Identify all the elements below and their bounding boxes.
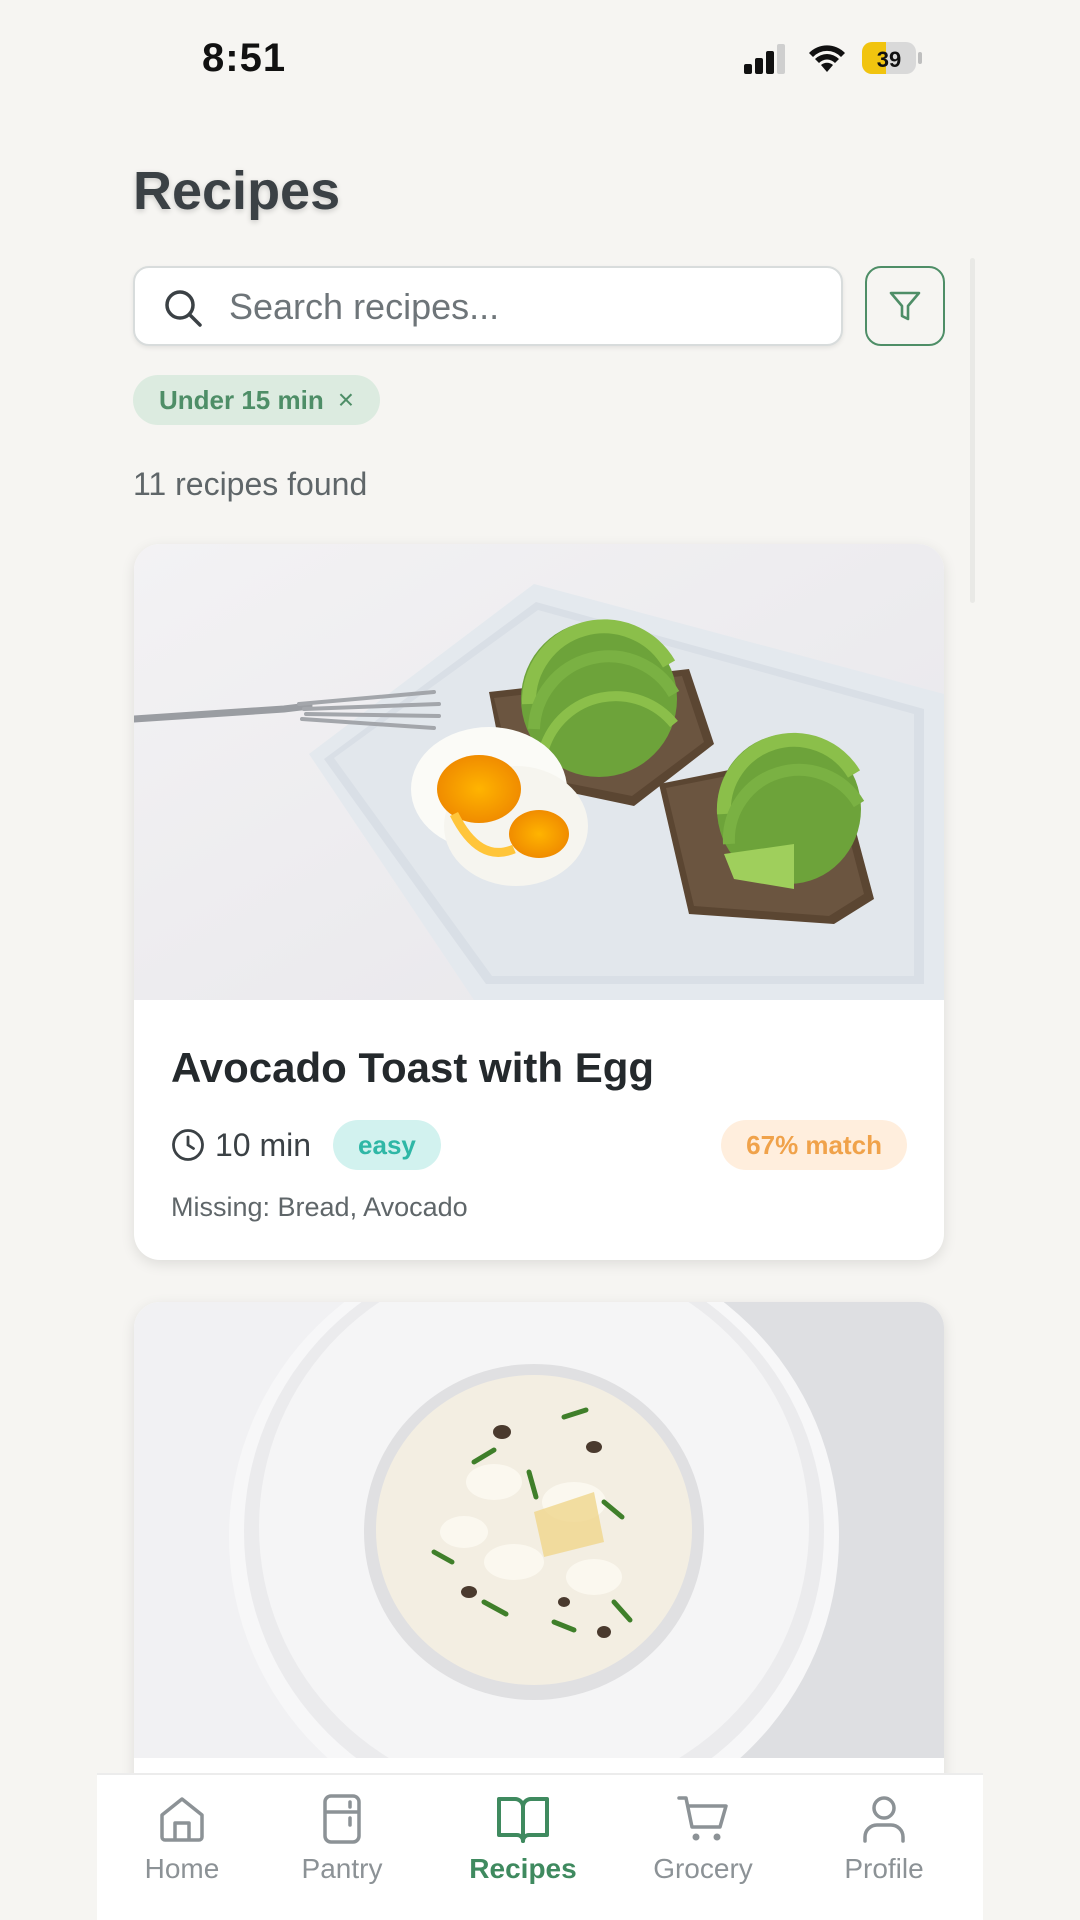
- page-title: Recipes: [133, 161, 341, 221]
- battery-tip: [918, 52, 922, 64]
- app-screen: 8:51 39 Recipes Under 15 min: [97, 0, 983, 1920]
- bottom-tab-bar: Home Pantry Recipes Grocery Profile: [97, 1773, 983, 1920]
- match-badge: 67% match: [721, 1120, 907, 1170]
- recipe-meta: 10 min easy: [171, 1120, 441, 1170]
- status-bar: 8:51 39: [97, 0, 983, 110]
- recipe-time: 10 min: [215, 1126, 312, 1163]
- tab-home[interactable]: Home: [97, 1793, 267, 1885]
- book-icon: [497, 1797, 549, 1843]
- tab-profile[interactable]: Profile: [799, 1793, 969, 1885]
- status-time: 8:51: [202, 36, 287, 80]
- tab-home-label: Home: [144, 1853, 220, 1884]
- missing-ingredients: Missing: Bread, Avocado: [171, 1192, 468, 1222]
- recipe-title: Avocado Toast with Egg: [171, 1044, 655, 1091]
- battery-icon: 39: [862, 42, 916, 74]
- user-icon: [863, 1796, 905, 1843]
- tab-pantry[interactable]: Pantry: [257, 1793, 427, 1885]
- tab-profile-label: Profile: [844, 1853, 924, 1884]
- recipe-card[interactable]: Avocado Toast with Egg 10 min easy 67% m…: [134, 544, 944, 1260]
- filter-icon: [889, 291, 921, 321]
- filter-chip-label: Under 15 min: [159, 384, 324, 415]
- signal-icon: [744, 44, 785, 74]
- tab-recipes-label: Recipes: [469, 1853, 577, 1884]
- risotto-photo: [134, 1302, 944, 1758]
- tab-pantry-label: Pantry: [301, 1853, 383, 1884]
- scrollbar[interactable]: [970, 258, 975, 603]
- search-bar[interactable]: [133, 266, 843, 346]
- remove-filter-icon[interactable]: ×: [338, 384, 354, 416]
- search-icon: [165, 290, 202, 327]
- home-icon: [160, 1797, 204, 1842]
- tab-grocery-label: Grocery: [653, 1853, 753, 1884]
- tab-recipes[interactable]: Recipes: [438, 1793, 608, 1885]
- battery-level: 39: [876, 47, 902, 72]
- avocado-toast-photo: [134, 544, 944, 1000]
- tab-grocery[interactable]: Grocery: [618, 1793, 788, 1885]
- search-input[interactable]: [227, 280, 811, 334]
- filter-button[interactable]: [865, 266, 945, 346]
- results-count: 11 recipes found: [133, 466, 368, 502]
- clock-icon: [172, 1129, 204, 1161]
- active-filter-chip[interactable]: Under 15 min ×: [133, 375, 381, 425]
- pantry-icon: [323, 1794, 361, 1844]
- cart-icon: [677, 1796, 728, 1841]
- difficulty-badge: easy: [333, 1120, 441, 1170]
- wifi-icon: [809, 45, 845, 72]
